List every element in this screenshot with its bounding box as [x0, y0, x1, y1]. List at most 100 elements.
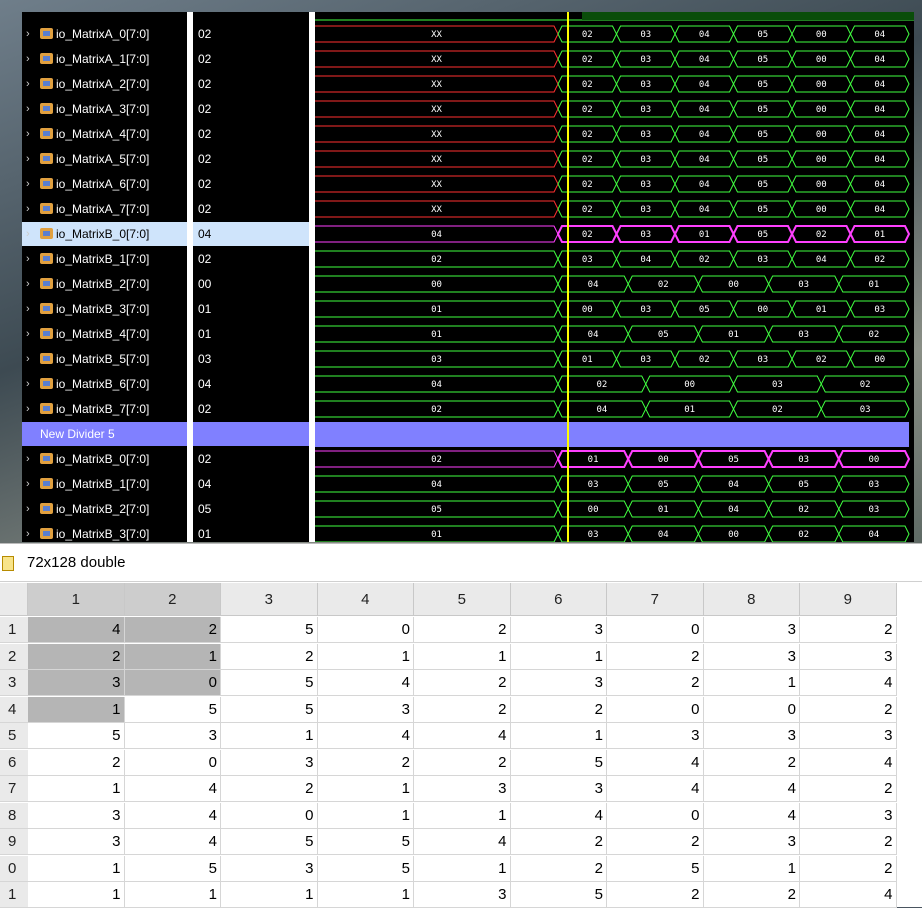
table-cell[interactable]: 4: [124, 829, 221, 855]
table-cell[interactable]: 4: [124, 776, 221, 802]
table-cell[interactable]: 2: [414, 696, 511, 723]
table-cell[interactable]: 1: [414, 643, 511, 670]
signal-row[interactable]: › io_MatrixB_0[7:0]: [22, 447, 187, 471]
table-cell[interactable]: 5: [510, 882, 607, 908]
table-cell[interactable]: 2: [221, 776, 318, 802]
expand-chevron-icon[interactable]: ›: [26, 522, 30, 542]
table-cell[interactable]: 4: [510, 802, 607, 829]
table-cell[interactable]: 4: [800, 670, 897, 696]
table-cell[interactable]: 3: [221, 855, 318, 882]
table-cell[interactable]: 3: [317, 696, 414, 723]
table-cell[interactable]: 4: [317, 723, 414, 749]
table-cell[interactable]: 1: [124, 643, 221, 670]
signal-trace[interactable]: 02 04 01 02 03: [315, 400, 910, 418]
signal-trace[interactable]: 01 04 05 01 03 02: [315, 325, 910, 343]
table-cell[interactable]: 3: [124, 723, 221, 749]
signal-row[interactable]: › io_MatrixB_2[7:0]: [22, 272, 187, 296]
waveform-canvas[interactable]: XX 02 03 04 05 00 04 XX 02 03 04 05 00 04 XX 02 03 04 05 00…: [315, 12, 914, 542]
table-cell[interactable]: 1: [317, 882, 414, 908]
signal-trace[interactable]: XX 02 03 04 05 00 04: [315, 125, 910, 143]
signal-row[interactable]: › io_MatrixA_1[7:0]: [22, 47, 187, 71]
table-cell[interactable]: 2: [414, 749, 511, 776]
signal-row[interactable]: › io_MatrixA_7[7:0]: [22, 197, 187, 221]
signal-trace[interactable]: 05 00 01 04 02 03: [315, 500, 910, 518]
table-cell[interactable]: 3: [28, 802, 125, 829]
table-cell[interactable]: 3: [28, 670, 125, 696]
table-cell[interactable]: 1: [221, 882, 318, 908]
table-cell[interactable]: 2: [800, 855, 897, 882]
signal-trace[interactable]: 02 01 00 05 03 00: [315, 450, 911, 468]
signal-trace[interactable]: 01 03 04 00 02 04: [315, 525, 910, 542]
table-cell[interactable]: 5: [221, 670, 318, 696]
row-header[interactable]: 8: [0, 802, 28, 829]
signal-trace[interactable]: 04 02 03 01 05 02 01: [315, 225, 911, 243]
signal-row[interactable]: › io_MatrixB_6[7:0]: [22, 372, 187, 396]
expand-chevron-icon[interactable]: ›: [26, 472, 30, 496]
table-cell[interactable]: 3: [510, 617, 607, 643]
table-cell[interactable]: 5: [221, 696, 318, 723]
table-cell[interactable]: 2: [124, 617, 221, 643]
column-header[interactable]: 9: [800, 583, 897, 616]
table-cell[interactable]: 4: [607, 776, 704, 802]
table-cell[interactable]: 2: [703, 882, 800, 908]
table-cell[interactable]: 2: [607, 643, 704, 670]
signal-row[interactable]: › io_MatrixB_3[7:0]: [22, 297, 187, 321]
table-cell[interactable]: 2: [703, 749, 800, 776]
table-cell[interactable]: 2: [414, 617, 511, 643]
table-cell[interactable]: 4: [703, 776, 800, 802]
expand-chevron-icon[interactable]: ›: [26, 122, 30, 146]
expand-chevron-icon[interactable]: ›: [26, 197, 30, 221]
table-cell[interactable]: 0: [703, 696, 800, 723]
table-cell[interactable]: 3: [703, 617, 800, 643]
signal-row[interactable]: › io_MatrixA_6[7:0]: [22, 172, 187, 196]
table-cell[interactable]: 1: [28, 855, 125, 882]
row-header[interactable]: 0: [0, 855, 28, 882]
signal-trace[interactable]: XX 02 03 04 05 00 04: [315, 175, 910, 193]
table-cell[interactable]: 3: [607, 723, 704, 749]
signal-row[interactable]: › io_MatrixB_2[7:0]: [22, 497, 187, 521]
table-cell[interactable]: 5: [124, 855, 221, 882]
row-header[interactable]: 1: [0, 882, 28, 908]
signal-row[interactable]: › io_MatrixA_5[7:0]: [22, 147, 187, 171]
expand-chevron-icon[interactable]: ›: [26, 72, 30, 96]
expand-chevron-icon[interactable]: ›: [26, 397, 30, 421]
table-cell[interactable]: 2: [800, 696, 897, 723]
signal-row[interactable]: › io_MatrixB_4[7:0]: [22, 322, 187, 346]
table-cell[interactable]: 3: [510, 776, 607, 802]
row-header[interactable]: 2: [0, 643, 28, 670]
grid-corner[interactable]: [0, 583, 28, 616]
column-header[interactable]: 6: [510, 583, 607, 616]
expand-chevron-icon[interactable]: ›: [26, 297, 30, 321]
table-cell[interactable]: 3: [221, 749, 318, 776]
expand-chevron-icon[interactable]: ›: [26, 497, 30, 521]
signal-row[interactable]: › io_MatrixA_3[7:0]: [22, 97, 187, 121]
table-cell[interactable]: 5: [317, 855, 414, 882]
table-cell[interactable]: 1: [510, 723, 607, 749]
expand-chevron-icon[interactable]: ›: [26, 47, 30, 71]
table-cell[interactable]: 1: [317, 802, 414, 829]
table-cell[interactable]: 2: [607, 670, 704, 696]
table-cell[interactable]: 2: [28, 749, 125, 776]
table-cell[interactable]: 4: [607, 749, 704, 776]
table-cell[interactable]: 3: [414, 776, 511, 802]
row-header[interactable]: 3: [0, 670, 28, 696]
expand-chevron-icon[interactable]: ›: [26, 247, 30, 271]
table-cell[interactable]: 1: [124, 882, 221, 908]
signal-trace[interactable]: XX 02 03 04 05 00 04: [315, 150, 910, 168]
table-cell[interactable]: 4: [800, 749, 897, 776]
table-cell[interactable]: 1: [28, 696, 125, 723]
expand-chevron-icon[interactable]: ›: [26, 272, 30, 296]
column-header[interactable]: 8: [703, 583, 800, 616]
table-cell[interactable]: 2: [221, 643, 318, 670]
divider-row[interactable]: New Divider 5: [22, 422, 187, 446]
row-header[interactable]: 4: [0, 696, 28, 723]
signal-trace[interactable]: 02 03 04 02 03 04 02: [315, 250, 910, 268]
table-cell[interactable]: 3: [800, 643, 897, 670]
table-cell[interactable]: 2: [317, 749, 414, 776]
table-cell[interactable]: 4: [317, 670, 414, 696]
table-cell[interactable]: 0: [317, 617, 414, 643]
table-cell[interactable]: 5: [510, 749, 607, 776]
column-header[interactable]: 5: [414, 583, 511, 616]
expand-chevron-icon[interactable]: ›: [26, 22, 30, 46]
table-cell[interactable]: 2: [28, 643, 125, 670]
